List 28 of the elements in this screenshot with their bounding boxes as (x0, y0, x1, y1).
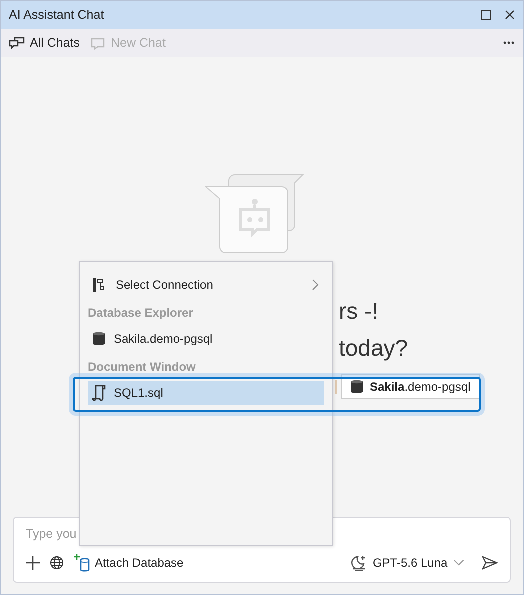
chat-bubble-icon (90, 36, 106, 50)
chevron-icon (312, 279, 320, 291)
maximize-button[interactable] (481, 10, 491, 20)
menu-item[interactable]: Sakila.demo-pgsql (88, 327, 324, 351)
section-header: Database Explorer (88, 305, 194, 321)
message-input[interactable]: Type you (26, 524, 166, 544)
attach-database-button[interactable]: Attach Database (74, 554, 184, 572)
web-button[interactable] (50, 556, 64, 570)
send-button[interactable] (482, 556, 498, 570)
chat-bubble-icon (9, 36, 25, 50)
script-icon (92, 385, 106, 401)
add-database-icon (74, 554, 92, 572)
welcome-text: rs -! (339, 297, 380, 325)
toolbar-button[interactable]: All Chats (9, 36, 80, 50)
database-icon (92, 331, 106, 347)
section-header: Document Window (88, 359, 197, 375)
more-button[interactable] (503, 41, 515, 45)
close-button[interactable] (505, 10, 515, 20)
context-chip[interactable]: Sakila.demo-pgsql (341, 374, 480, 399)
add-button[interactable] (26, 556, 40, 570)
menu-item[interactable]: SQL1.sql (88, 381, 324, 405)
database-icon (350, 378, 364, 394)
chevron-down-icon (454, 560, 464, 566)
model-dropdown[interactable]: GPT-5.6 Luna (350, 555, 464, 571)
welcome-text: today? (339, 334, 408, 362)
moon-icon (350, 555, 367, 571)
window-title: AI Assistant Chat (9, 8, 106, 22)
menu-item[interactable]: Select Connection (88, 273, 324, 297)
